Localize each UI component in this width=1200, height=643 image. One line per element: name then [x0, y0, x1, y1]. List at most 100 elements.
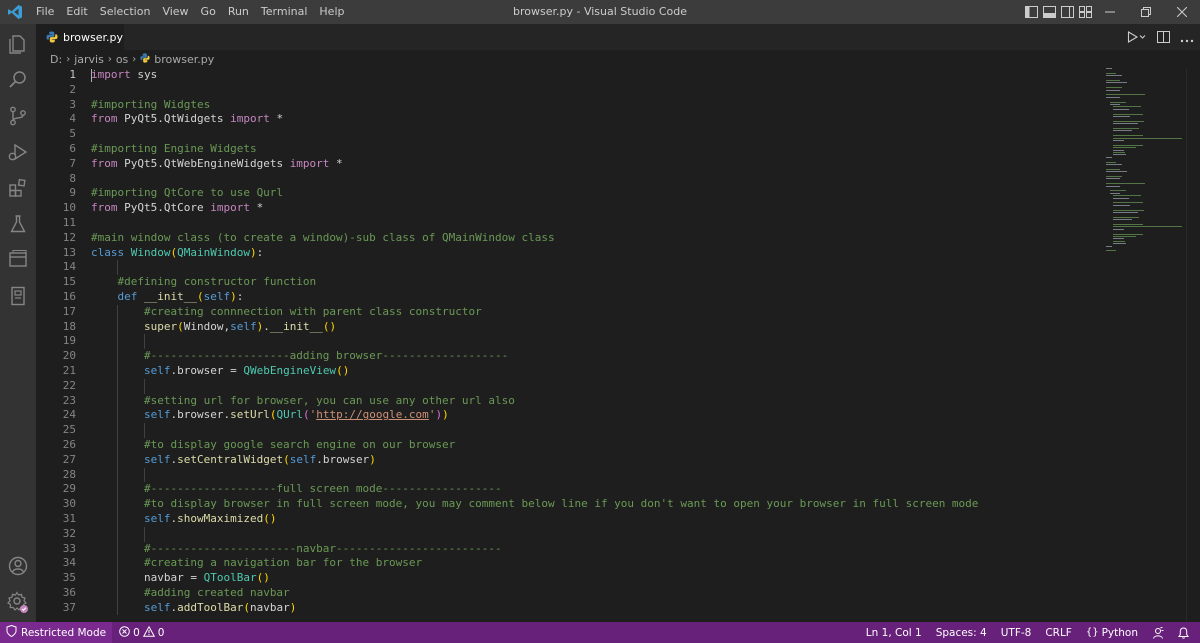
code-line[interactable]: self.showMaximized(): [91, 511, 978, 527]
line-number: 15: [62, 275, 76, 289]
breadcrumb-file[interactable]: browser.py: [154, 53, 214, 66]
code-line[interactable]: #setting url for browser, you can use an…: [91, 393, 978, 409]
split-editor-icon[interactable]: [1157, 28, 1170, 47]
code-line[interactable]: from PyQt5.QtCore import *: [91, 201, 978, 216]
line-number: 16: [62, 289, 76, 303]
code-line[interactable]: [91, 378, 978, 394]
customize-layout-icon[interactable]: [1078, 5, 1092, 19]
extensions-icon[interactable]: [0, 170, 36, 206]
code-line[interactable]: #adding created navbar: [91, 585, 978, 601]
code-line[interactable]: [91, 423, 978, 438]
code-line[interactable]: #to display google search engine on our …: [91, 437, 978, 453]
code-line[interactable]: import sys: [91, 68, 978, 83]
close-button[interactable]: [1164, 0, 1200, 24]
menu-selection[interactable]: Selection: [94, 0, 157, 24]
toggle-secondary-sidebar-icon[interactable]: [1060, 5, 1074, 19]
menu-view[interactable]: View: [156, 0, 194, 24]
code-line[interactable]: [91, 83, 978, 98]
minimap-line: [1113, 233, 1143, 235]
code-area[interactable]: import sys #importing Widgtes from PyQt5.Q…: [91, 68, 978, 616]
code-line[interactable]: #importing QtCore to use Qurl: [91, 186, 978, 201]
code-line[interactable]: #importing Widgtes: [91, 98, 978, 113]
breadcrumb-drive[interactable]: D:: [50, 53, 62, 66]
explorer-icon[interactable]: [0, 26, 36, 62]
source-control-icon[interactable]: [0, 98, 36, 134]
testing-icon[interactable]: [0, 206, 36, 242]
code-line[interactable]: from PyQt5.QtWebEngineWidgets import *: [91, 157, 978, 172]
minimize-button[interactable]: [1092, 0, 1128, 24]
code-line[interactable]: self.browser = QWebEngineView(): [91, 363, 978, 379]
code-line[interactable]: [91, 127, 978, 142]
remote-explorer-icon[interactable]: [0, 242, 36, 278]
code-line[interactable]: self.addToolBar(navbar): [91, 600, 978, 616]
code-line[interactable]: [91, 467, 978, 483]
code-line[interactable]: #to display browser in full screen mode,…: [91, 497, 978, 512]
breadcrumb-folder-os[interactable]: os: [116, 53, 128, 66]
notebook-icon[interactable]: [0, 278, 36, 314]
line-number: 8: [69, 171, 76, 185]
code-line[interactable]: [91, 334, 978, 350]
code-line[interactable]: [91, 172, 978, 187]
chevron-right-icon: ›: [107, 53, 112, 65]
code-line[interactable]: super(Window,self).__init__(): [91, 319, 978, 335]
braces-icon: {}: [1085, 627, 1099, 638]
tab-label: browser.py: [63, 30, 123, 44]
eol-button[interactable]: CRLF: [1038, 622, 1079, 643]
minimap-line: [1106, 89, 1121, 91]
cursor-position-button[interactable]: Ln 1, Col 1: [859, 622, 929, 643]
code-line[interactable]: [91, 216, 978, 231]
line-number: 13: [62, 245, 76, 259]
vertical-scrollbar[interactable]: [1186, 68, 1200, 622]
indentation-button[interactable]: Spaces: 4: [929, 622, 994, 643]
line-number: 6: [69, 141, 76, 155]
code-line[interactable]: self.setCentralWidget(self.browser): [91, 452, 978, 468]
menu-file[interactable]: File: [30, 0, 60, 24]
code-line[interactable]: #creating a navigation bar for the brows…: [91, 556, 978, 572]
menu-terminal[interactable]: Terminal: [255, 0, 314, 24]
menu-edit[interactable]: Edit: [60, 0, 93, 24]
menu-go[interactable]: Go: [195, 0, 222, 24]
encoding-button[interactable]: UTF-8: [994, 622, 1039, 643]
feedback-icon[interactable]: [1145, 622, 1171, 643]
line-number: 31: [62, 511, 76, 525]
code-line[interactable]: #main window class (to create a window)-…: [91, 231, 978, 246]
notifications-bell-icon[interactable]: [1171, 622, 1196, 643]
run-python-file-icon[interactable]: [1127, 28, 1147, 47]
code-line[interactable]: def __init__(self):: [91, 290, 978, 305]
minimap-line: [1106, 164, 1122, 165]
restore-button[interactable]: [1128, 0, 1164, 24]
menu-help[interactable]: Help: [313, 0, 350, 24]
restricted-mode-button[interactable]: Restricted Mode: [0, 622, 113, 643]
menu-run[interactable]: Run: [222, 0, 255, 24]
code-line[interactable]: [91, 260, 978, 276]
code-line[interactable]: self.browser.setUrl(QUrl('http://google.…: [91, 408, 978, 424]
search-icon[interactable]: [0, 62, 36, 98]
code-line[interactable]: #----------------------navbar-----------…: [91, 541, 978, 557]
minimap-line: [1113, 224, 1143, 225]
tab-browser-py[interactable]: browser.py: [36, 24, 124, 50]
minimap[interactable]: [1106, 68, 1186, 252]
menu-bar: File Edit Selection View Go Run Terminal…: [30, 0, 350, 24]
code-line[interactable]: #importing Engine Widgets: [91, 142, 978, 157]
manage-gear-icon[interactable]: [0, 584, 36, 620]
code-line[interactable]: #defining constructor function: [91, 275, 978, 290]
more-actions-icon[interactable]: [1180, 28, 1194, 47]
problems-button[interactable]: 0 0: [112, 622, 171, 643]
toggle-panel-icon[interactable]: [1042, 5, 1056, 19]
code-line[interactable]: from PyQt5.QtWidgets import *: [91, 112, 978, 127]
minimap-line: [1106, 68, 1112, 69]
toggle-primary-sidebar-icon[interactable]: [1024, 5, 1038, 19]
breadcrumb-folder-jarvis[interactable]: jarvis: [74, 53, 104, 66]
language-mode-button[interactable]: {} Python: [1079, 622, 1145, 643]
code-line[interactable]: #---------------------adding browser----…: [91, 349, 978, 364]
code-line[interactable]: class Window(QMainWindow):: [91, 246, 978, 261]
code-editor[interactable]: 1 2 3 4 5 6 7 8 9 10 11 12 13 14 15 16 17 18 19 20 21 22 23 24 2…: [36, 68, 1200, 622]
code-line[interactable]: #-------------------full screen mode----…: [91, 482, 978, 498]
account-icon[interactable]: [0, 548, 36, 584]
run-debug-icon[interactable]: [0, 134, 36, 170]
minimap-line: [1113, 195, 1142, 197]
code-line[interactable]: navbar = QToolBar(): [91, 571, 978, 586]
code-line[interactable]: #creating connnection with parent class …: [91, 304, 978, 320]
code-line[interactable]: [91, 526, 978, 542]
window-controls: [1092, 0, 1200, 24]
